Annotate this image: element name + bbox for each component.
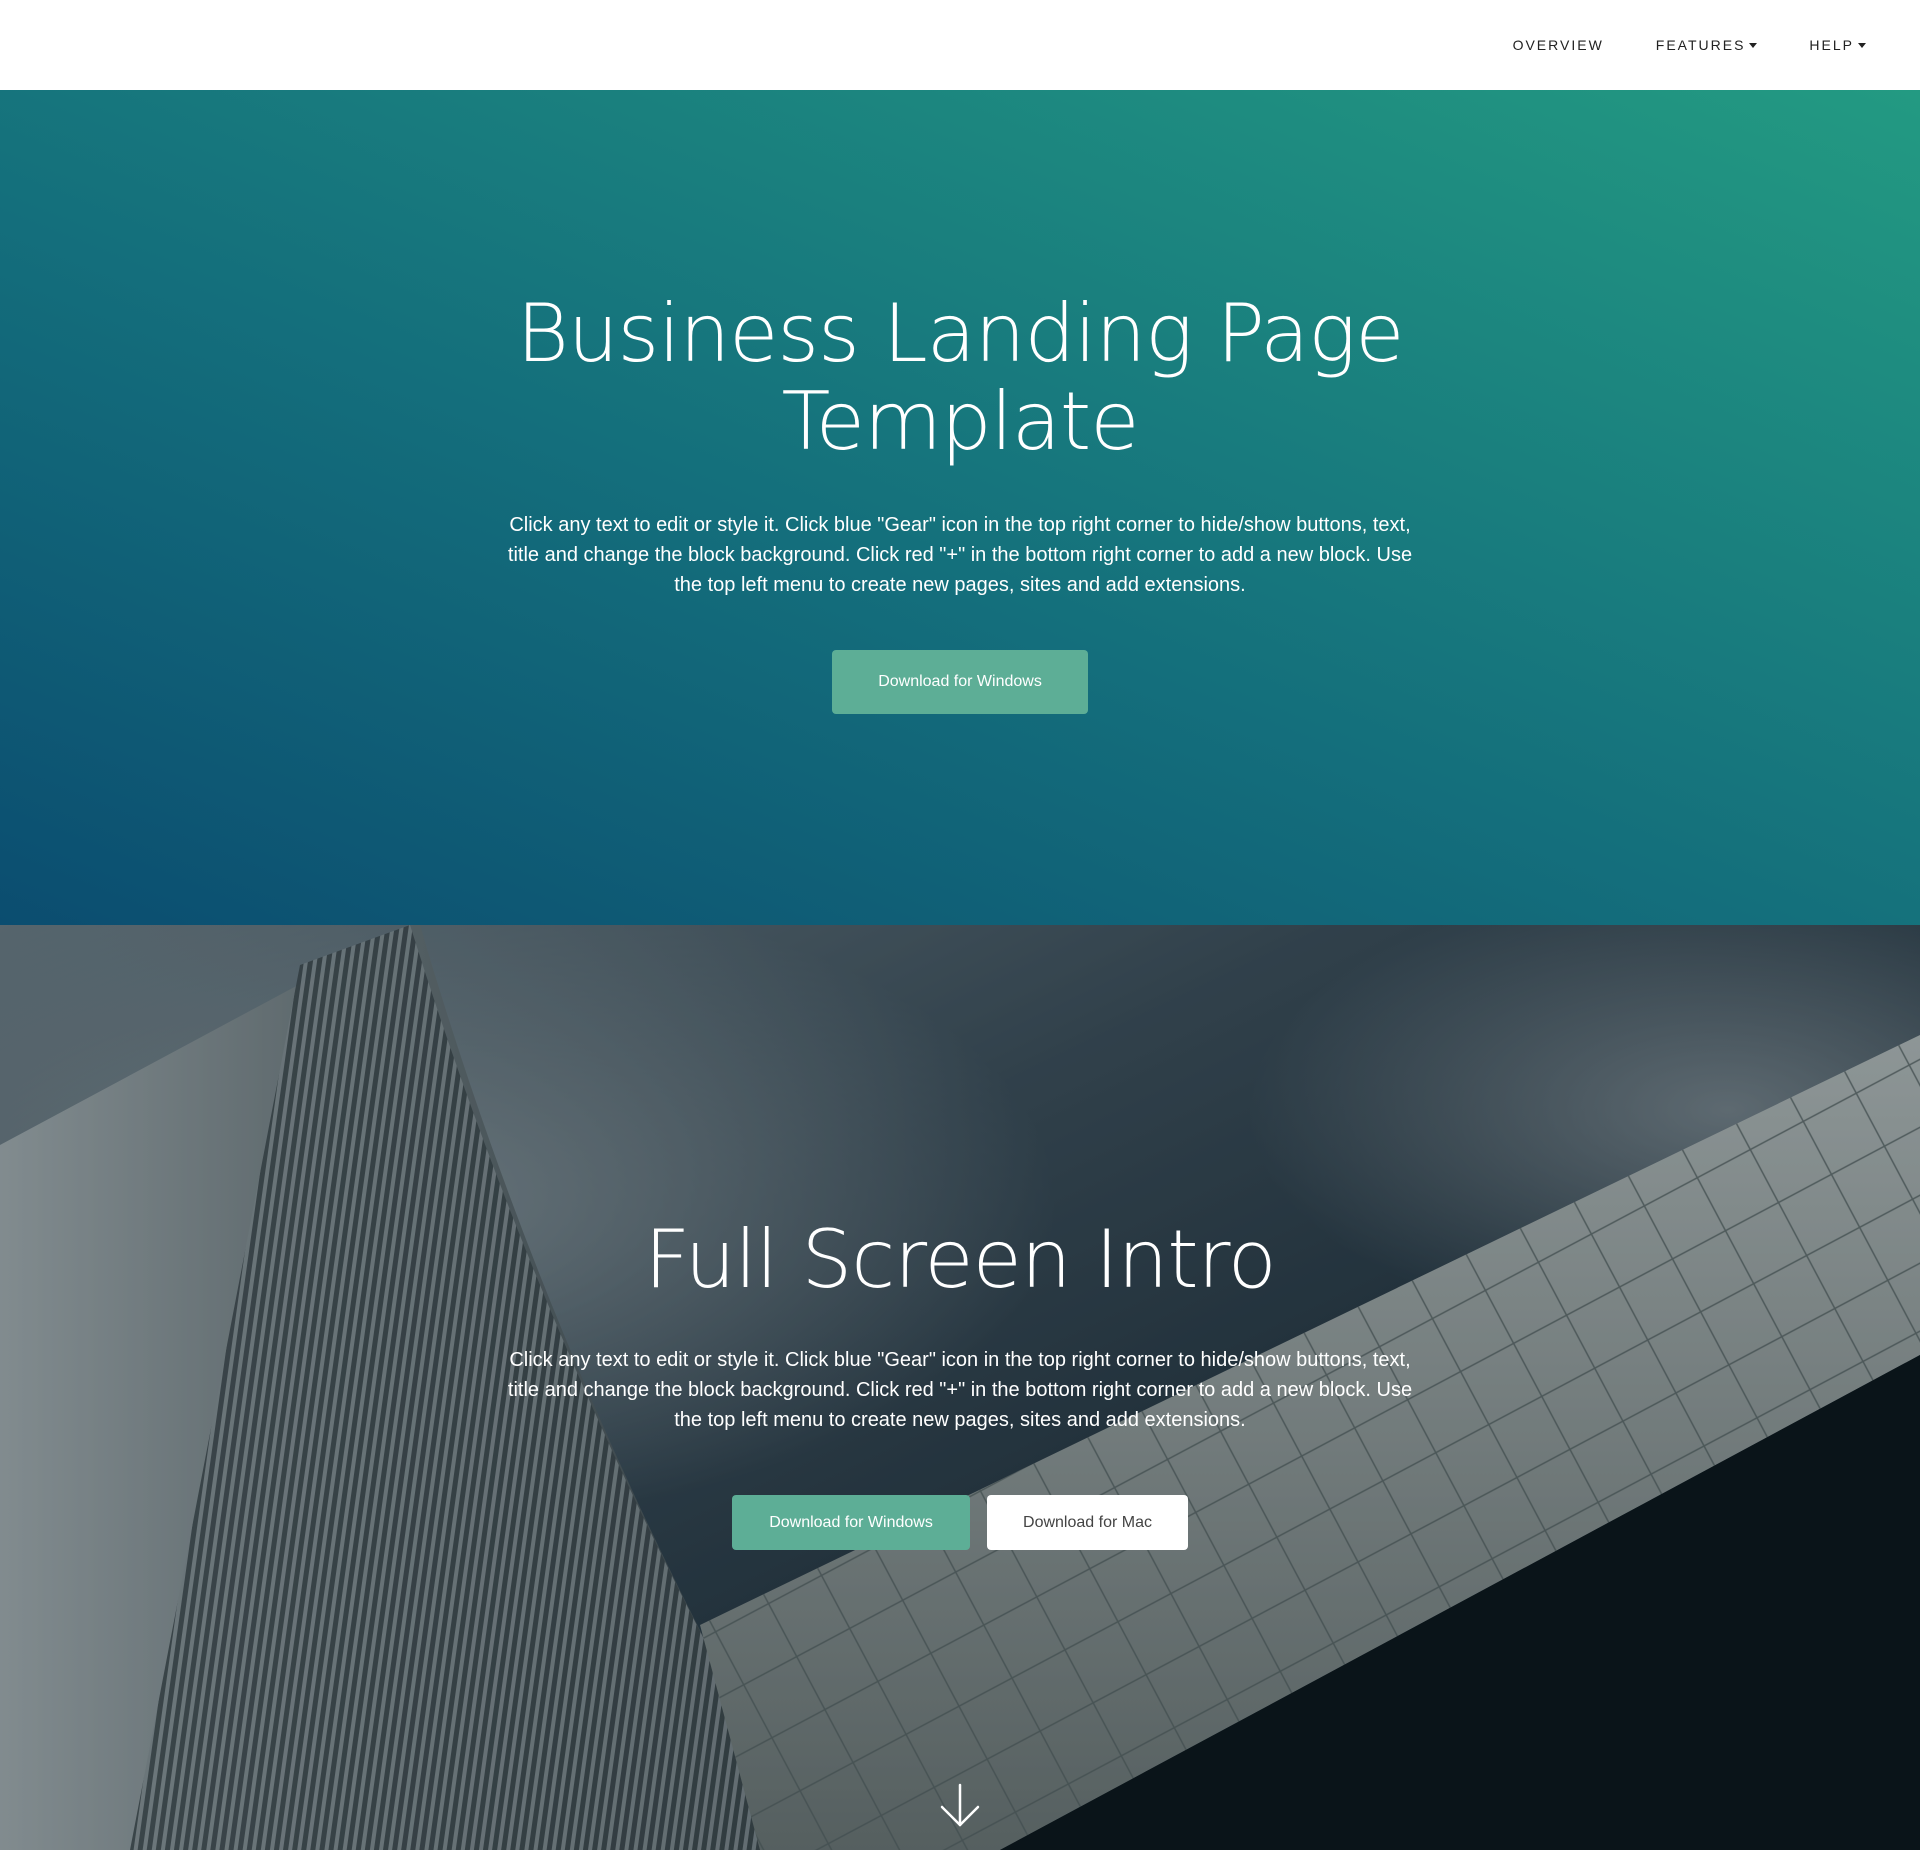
nav-item-help[interactable]: HELP (1809, 37, 1866, 53)
nav-item-overview[interactable]: OVERVIEW (1513, 37, 1604, 53)
arrow-down-icon[interactable] (938, 1783, 982, 1829)
download-mac-button[interactable]: Download for Mac (987, 1495, 1188, 1550)
hero-section: Business Landing Page Template Click any… (0, 90, 1920, 925)
download-windows-button[interactable]: Download for Windows (732, 1495, 970, 1550)
navbar: OVERVIEW FEATURES HELP (0, 0, 1920, 90)
hero-description: Click any text to edit or style it. Clic… (507, 514, 1413, 596)
hero-title: Business Landing Page Template (516, 287, 1404, 468)
caret-down-icon (1749, 43, 1758, 48)
nav-menu: OVERVIEW FEATURES HELP (1461, 0, 1866, 90)
hero-content: Business Landing Page Template Click any… (0, 90, 1920, 925)
intro-title: Full Screen Intro (644, 1213, 1276, 1306)
caret-down-icon (1858, 43, 1866, 48)
nav-item-label: OVERVIEW (1512, 37, 1604, 53)
download-windows-button[interactable]: Download for Windows (832, 650, 1088, 714)
intro-section: Full Screen Intro Click any text to edit… (0, 925, 1920, 1850)
nav-item-label: FEATURES (1655, 37, 1746, 53)
nav-item-label: HELP (1809, 37, 1854, 53)
nav-item-features[interactable]: FEATURES (1656, 37, 1758, 53)
intro-description: Click any text to edit or style it. Clic… (507, 1349, 1413, 1431)
